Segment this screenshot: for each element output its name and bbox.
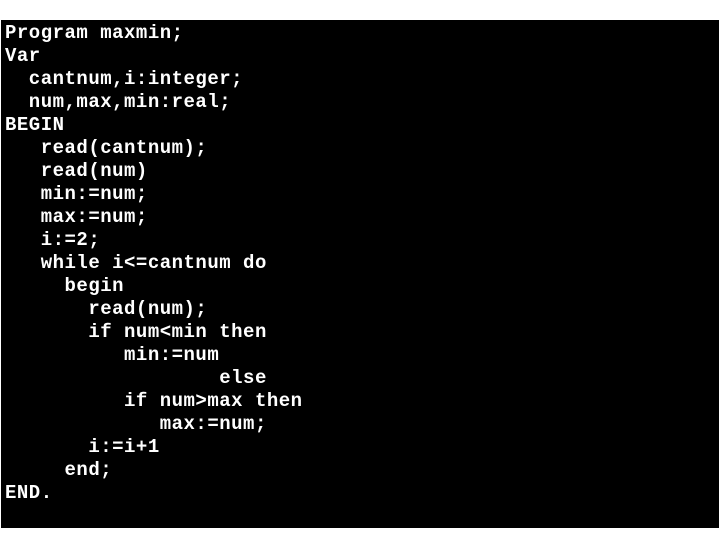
code-block: Program maxmin; Var cantnum,i:integer; n… (0, 19, 720, 529)
